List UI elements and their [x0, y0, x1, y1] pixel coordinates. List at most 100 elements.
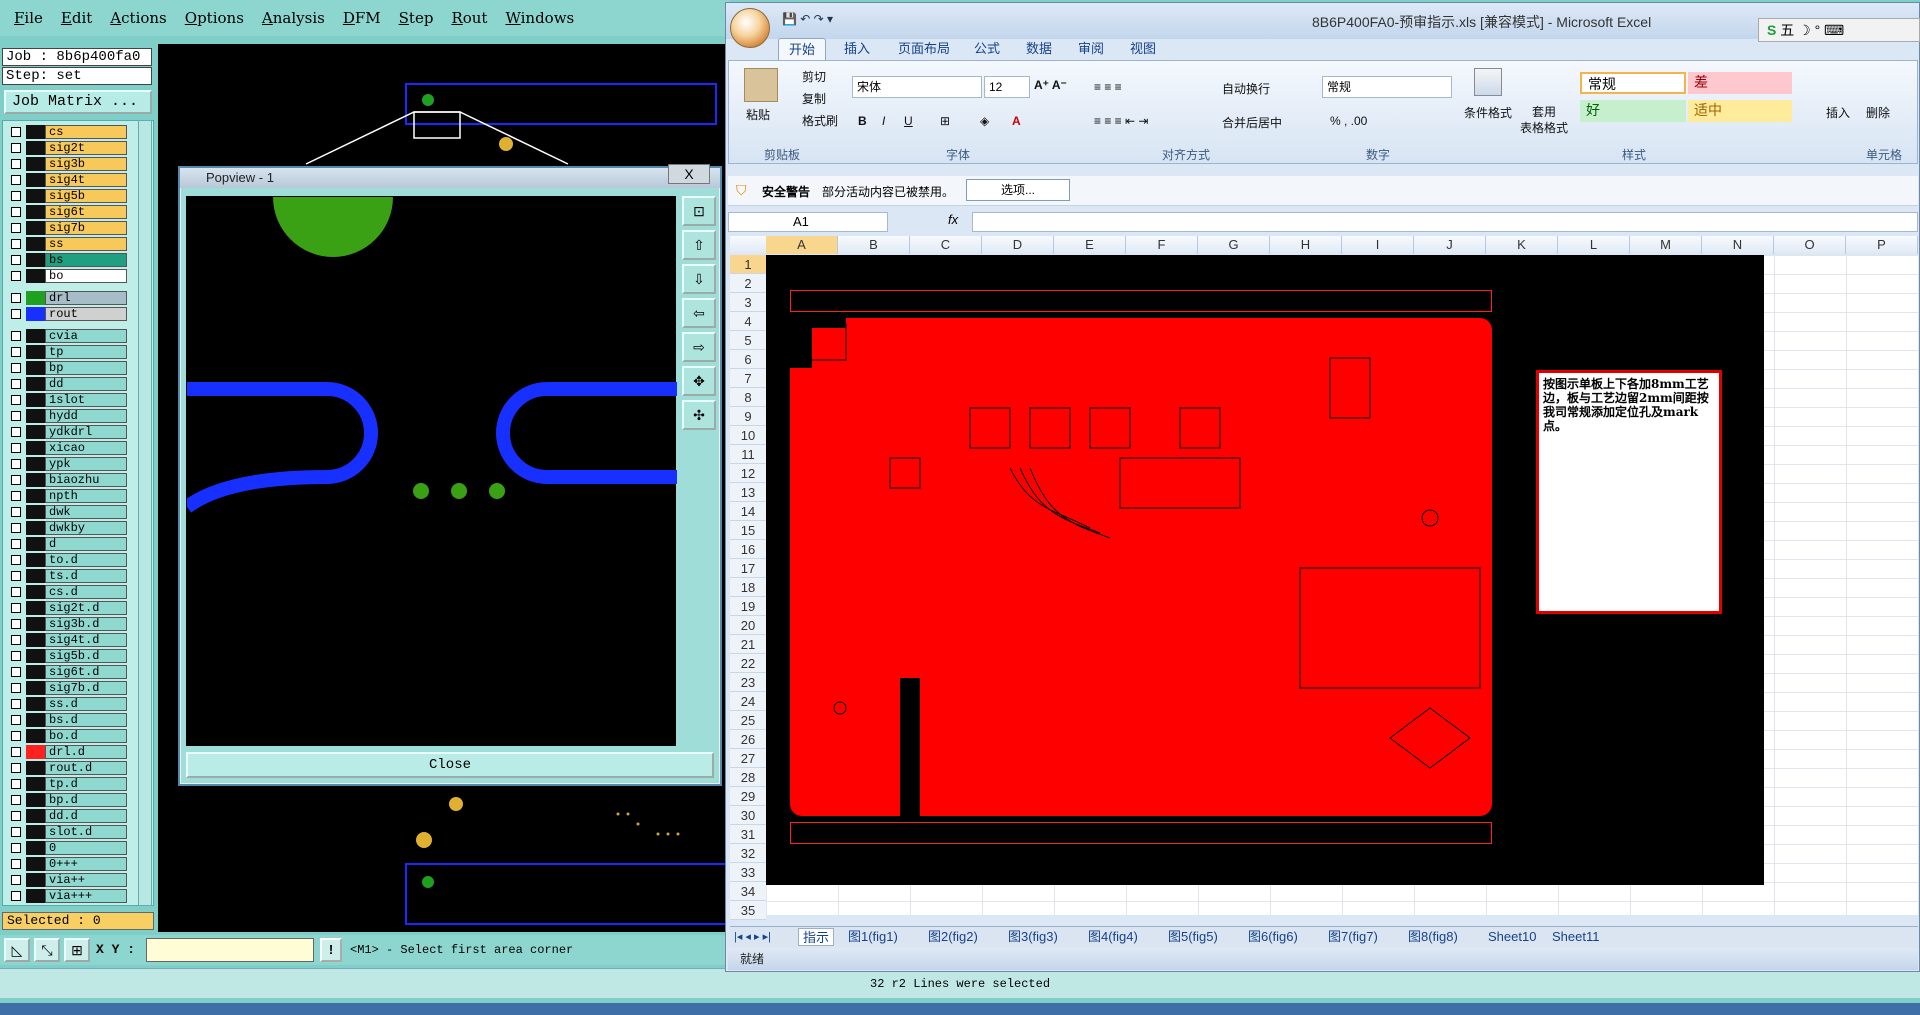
layer-name[interactable]: 0+++ [45, 857, 127, 871]
tab-formulas[interactable]: 公式 [964, 38, 1010, 60]
layer-name[interactable]: sig5b [45, 189, 127, 203]
font-color-icon[interactable]: A [1012, 114, 1021, 128]
italic-icon[interactable]: I [882, 114, 885, 128]
security-options-button[interactable]: 选项... [966, 179, 1070, 201]
row-header-32[interactable]: 32 [730, 844, 766, 863]
layer-name[interactable]: ss [45, 237, 127, 251]
cut-button[interactable]: 剪切 [802, 68, 826, 85]
row-header-29[interactable]: 29 [730, 787, 766, 806]
select-tool-icon[interactable]: ◺ [4, 938, 30, 962]
sheet-nav-icon[interactable]: |◂ ◂ ▸ ▸| [734, 930, 771, 943]
layer-name[interactable]: sig2t.d [45, 601, 127, 615]
row-header-20[interactable]: 20 [730, 616, 766, 635]
layer-row-sig3b[interactable]: sig3b [7, 157, 127, 171]
layer-checkbox[interactable] [11, 159, 21, 169]
zoom-fit-icon[interactable]: ⊡ [682, 196, 716, 226]
layer-name[interactable]: via++ [45, 873, 127, 887]
menu-options[interactable]: Options [185, 9, 244, 27]
layer-row-ss[interactable]: ss [7, 237, 127, 251]
row-header-26[interactable]: 26 [730, 730, 766, 749]
pan-left-icon[interactable]: ⇦ [682, 298, 716, 328]
menu-edit[interactable]: Edit [61, 9, 92, 27]
layer-checkbox[interactable] [11, 667, 21, 677]
name-box[interactable]: A1 [728, 212, 888, 232]
pan-up-icon[interactable]: ⇧ [682, 230, 716, 260]
layer-row-dd.d[interactable]: dd.d [7, 809, 127, 823]
conditional-format-button[interactable]: 条件格式 [1464, 104, 1512, 121]
layer-checkbox[interactable] [11, 309, 21, 319]
row-header-23[interactable]: 23 [730, 673, 766, 692]
layer-name[interactable]: cs [45, 125, 127, 139]
layer-row-0+++[interactable]: 0+++ [7, 857, 127, 871]
layer-row-sig5b.d[interactable]: sig5b.d [7, 649, 127, 663]
layer-row-sig7b[interactable]: sig7b [7, 221, 127, 235]
layer-checkbox[interactable] [11, 619, 21, 629]
layer-row-sig5b[interactable]: sig5b [7, 189, 127, 203]
sheet-tab[interactable]: 图1(fig1) [844, 928, 902, 946]
layer-row-sig2t[interactable]: sig2t [7, 141, 127, 155]
layer-row-sig3b.d[interactable]: sig3b.d [7, 617, 127, 631]
formula-bar[interactable] [972, 212, 1918, 232]
layer-row-npth[interactable]: npth [7, 489, 127, 503]
row-header-25[interactable]: 25 [730, 711, 766, 730]
sheet-tab[interactable]: 图5(fig5) [1164, 928, 1222, 946]
layer-checkbox[interactable] [11, 635, 21, 645]
layer-row-sig6t[interactable]: sig6t [7, 205, 127, 219]
layer-row-hydd[interactable]: hydd [7, 409, 127, 423]
row-header-16[interactable]: 16 [730, 540, 766, 559]
column-header-G[interactable]: G [1198, 236, 1270, 254]
layer-checkbox[interactable] [11, 411, 21, 421]
row-header-18[interactable]: 18 [730, 578, 766, 597]
info-icon[interactable]: ! [320, 938, 342, 962]
column-header-N[interactable]: N [1702, 236, 1774, 254]
row-header-4[interactable]: 4 [730, 312, 766, 331]
layer-name[interactable]: sig5b.d [45, 649, 127, 663]
job-matrix-button[interactable]: Job Matrix ... [4, 90, 152, 114]
layer-checkbox[interactable] [11, 795, 21, 805]
tab-home[interactable]: 开始 [778, 38, 827, 60]
layer-row-sig6t.d[interactable]: sig6t.d [7, 665, 127, 679]
layer-name[interactable]: sig6t.d [45, 665, 127, 679]
row-header-10[interactable]: 10 [730, 426, 766, 445]
layer-checkbox[interactable] [11, 475, 21, 485]
layer-name[interactable]: bs [45, 253, 127, 267]
sheet-tab[interactable]: Sheet11 [1548, 928, 1603, 946]
align-left-icon[interactable]: ≡ ≡ ≡ ⇤ ⇥ [1094, 114, 1148, 128]
layer-name[interactable]: sig3b.d [45, 617, 127, 631]
layer-checkbox[interactable] [11, 255, 21, 265]
tab-insert[interactable]: 插入 [834, 38, 880, 60]
column-header-K[interactable]: K [1486, 236, 1558, 254]
layer-checkbox[interactable] [11, 859, 21, 869]
layer-checkbox[interactable] [11, 223, 21, 233]
layer-checkbox[interactable] [11, 443, 21, 453]
layer-name[interactable]: dd [45, 377, 127, 391]
layer-row-ypk[interactable]: ypk [7, 457, 127, 471]
layer-name[interactable]: dwkby [45, 521, 127, 535]
layer-row-sig4t[interactable]: sig4t [7, 173, 127, 187]
layer-checkbox[interactable] [11, 731, 21, 741]
layer-name[interactable]: sig2t [45, 141, 127, 155]
sheet-tab[interactable]: 图2(fig2) [924, 928, 982, 946]
merge-center-button[interactable]: 合并后居中 [1222, 114, 1282, 131]
zoom-out-icon[interactable]: ✣ [682, 400, 716, 430]
layer-checkbox[interactable] [11, 459, 21, 469]
border-icon[interactable]: ⊞ [940, 114, 950, 128]
layer-row-1slot[interactable]: 1slot [7, 393, 127, 407]
layer-checkbox[interactable] [11, 811, 21, 821]
layer-row-dd[interactable]: dd [7, 377, 127, 391]
layer-row-drl[interactable]: drl [7, 291, 127, 305]
layer-row-bs.d[interactable]: bs.d [7, 713, 127, 727]
sheet-tab[interactable]: 图3(fig3) [1004, 928, 1062, 946]
layer-checkbox[interactable] [11, 239, 21, 249]
layer-checkbox[interactable] [11, 347, 21, 357]
tab-view[interactable]: 视图 [1120, 38, 1166, 60]
layer-name[interactable]: cvia [45, 329, 127, 343]
layer-name[interactable]: d [45, 537, 127, 551]
layer-checkbox[interactable] [11, 379, 21, 389]
instruction-note[interactable]: 按图示单板上下各加8mm工艺边，板与工艺边留2mm间距按我司常规添加定位孔及ma… [1536, 370, 1722, 614]
column-header-A[interactable]: A [766, 236, 838, 254]
layer-row-sig7b.d[interactable]: sig7b.d [7, 681, 127, 695]
row-header-6[interactable]: 6 [730, 350, 766, 369]
row-header-5[interactable]: 5 [730, 331, 766, 350]
row-header-1[interactable]: 1 [730, 255, 766, 274]
